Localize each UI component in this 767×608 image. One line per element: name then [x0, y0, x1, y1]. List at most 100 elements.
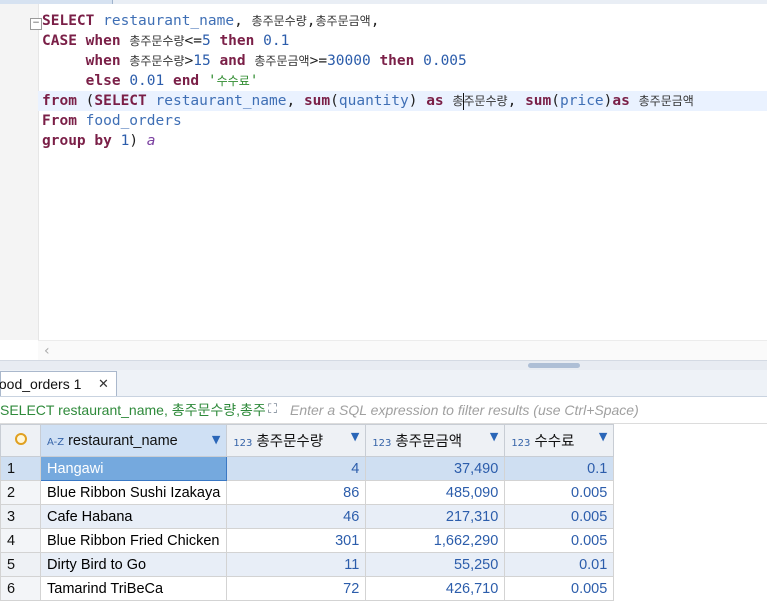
cell-fee[interactable]: 0.005: [504, 576, 615, 601]
row-number[interactable]: 1: [0, 456, 41, 481]
cell-fee[interactable]: 0.01: [504, 552, 615, 577]
code-token: 0.01: [129, 73, 165, 89]
cell-fee[interactable]: 0.1: [504, 456, 615, 481]
cell-restaurant-name[interactable]: Cafe Habana: [39, 504, 228, 529]
row-number[interactable]: 4: [0, 528, 41, 553]
cell-restaurant-name[interactable]: Dirty Bird to Go: [39, 552, 228, 577]
code-token: ,: [370, 13, 380, 29]
code-token: 총주문금액: [254, 54, 310, 68]
code-token: restaurant_name: [155, 93, 287, 109]
code-line[interactable]: from (SELECT restaurant_name, sum(quanti…: [38, 91, 767, 111]
code-token: <=: [184, 33, 202, 49]
cell-total-amount[interactable]: 37,490: [365, 456, 506, 481]
row-header-corner[interactable]: [0, 424, 41, 457]
number-type-icon: 123: [233, 438, 253, 449]
code-token: (: [76, 93, 95, 109]
row-number[interactable]: 2: [0, 480, 41, 505]
number-type-icon: 123: [511, 438, 531, 449]
table-row[interactable]: 3 Cafe Habana 46 217,310 0.005: [0, 504, 615, 529]
text-type-icon: A-Z: [47, 436, 65, 448]
cell-total-amount[interactable]: 1,662,290: [365, 528, 506, 553]
filter-input[interactable]: Enter a SQL expression to filter results…: [290, 397, 639, 423]
cell-total-quantity[interactable]: 4: [226, 456, 367, 481]
table-row[interactable]: 4 Blue Ribbon Fried Chicken 301 1,662,29…: [0, 528, 615, 553]
code-token: From: [42, 113, 77, 129]
column-header-total-quantity[interactable]: 123 총주문수량 ▼: [226, 424, 367, 457]
code-token: and: [219, 53, 246, 69]
cell-total-quantity[interactable]: 11: [226, 552, 367, 577]
results-grid: A-Z restaurant_name ▼ 123 총주문수량 ▼ 123 총주문금액 ▼ …: [0, 424, 615, 601]
row-number[interactable]: 3: [0, 504, 41, 529]
table-row[interactable]: 5 Dirty Bird to Go 11 55,250 0.01: [0, 552, 615, 577]
code-token: 총주문금액: [638, 94, 694, 108]
code-token: 총주문수량: [251, 14, 307, 28]
sort-arrow-icon[interactable]: ▼: [212, 433, 220, 446]
cell-total-quantity[interactable]: 46: [226, 504, 367, 529]
code-token: 30000: [327, 53, 371, 69]
code-token: ': [207, 73, 217, 89]
code-token: 총주문수량: [129, 34, 185, 48]
code-line[interactable]: else 0.01 end '수수료': [42, 71, 259, 91]
code-token: when: [85, 53, 121, 69]
code-token: 0.1: [263, 33, 290, 49]
table-row[interactable]: 1 Hangawi 4 37,490 0.1: [0, 456, 615, 481]
row-number[interactable]: 6: [0, 576, 41, 601]
cell-restaurant-name[interactable]: Blue Ribbon Fried Chicken: [39, 528, 228, 553]
editor-horizontal-scrollbar[interactable]: ‹: [38, 340, 767, 361]
cell-restaurant-name[interactable]: Tamarind TriBeCa: [39, 576, 228, 601]
code-token: ': [249, 73, 259, 89]
code-line[interactable]: SELECT restaurant_name, 총주문수량,총주문금액,: [42, 11, 379, 31]
cell-total-quantity[interactable]: 86: [226, 480, 367, 505]
sort-arrow-icon[interactable]: ▼: [351, 430, 359, 443]
cell-total-amount[interactable]: 426,710: [365, 576, 506, 601]
cell-total-quantity[interactable]: 72: [226, 576, 367, 601]
code-token: else: [85, 73, 121, 89]
column-label: 수수료: [534, 434, 575, 450]
code-token: SELECT: [42, 13, 95, 29]
code-line[interactable]: CASE when 총주문수량<=5 then 0.1: [42, 31, 289, 51]
code-token: sum: [303, 93, 331, 109]
code-token: 총: [452, 94, 464, 108]
cell-total-amount[interactable]: 217,310: [365, 504, 506, 529]
cell-fee[interactable]: 0.005: [504, 528, 615, 553]
code-token: ): [408, 93, 427, 109]
tab-food-orders-1[interactable]: food_orders 1 ✕: [0, 371, 117, 396]
cell-total-amount[interactable]: 55,250: [365, 552, 506, 577]
sort-arrow-icon[interactable]: ▼: [599, 430, 607, 443]
expand-filter-icon[interactable]: ⛶: [268, 397, 277, 423]
code-line[interactable]: From food_orders: [42, 111, 182, 131]
editor-gutter: −: [0, 4, 42, 340]
table-row[interactable]: 6 Tamarind TriBeCa 72 426,710 0.005: [0, 576, 615, 601]
code-line[interactable]: when 총주문수량>15 and 총주문금액>=30000 then 0.00…: [42, 51, 467, 71]
sort-arrow-icon[interactable]: ▼: [490, 430, 498, 443]
row-number[interactable]: 5: [0, 552, 41, 577]
sql-editor[interactable]: − SELECT restaurant_name, 총주문수량,총주문금액, CA…: [0, 4, 767, 340]
code-token: >: [184, 53, 194, 69]
filter-bar: SELECT restaurant_name, 총주문수량,총주문금액, ⛶ E…: [0, 397, 767, 424]
column-label: 총주문금액: [395, 434, 463, 450]
cell-total-quantity[interactable]: 301: [226, 528, 367, 553]
code-line[interactable]: group by 1) a: [42, 131, 156, 151]
code-token: restaurant_name: [103, 13, 235, 29]
scroll-left-icon[interactable]: ‹: [44, 341, 50, 361]
splitter-grip[interactable]: [528, 363, 580, 368]
column-header-restaurant-name[interactable]: A-Z restaurant_name ▼: [39, 424, 228, 457]
table-row[interactable]: 2 Blue Ribbon Sushi Izakaya 86 485,090 0…: [0, 480, 615, 505]
cell-fee[interactable]: 0.005: [504, 504, 615, 529]
cell-restaurant-name[interactable]: Blue Ribbon Sushi Izakaya: [39, 480, 228, 505]
cell-total-amount[interactable]: 485,090: [365, 480, 506, 505]
cell-fee[interactable]: 0.005: [504, 480, 615, 505]
cell-restaurant-name[interactable]: Hangawi: [39, 456, 228, 481]
fold-toggle-icon[interactable]: −: [30, 18, 42, 30]
code-token: (: [551, 93, 561, 109]
code-token: group: [42, 133, 86, 149]
close-icon[interactable]: ✕: [98, 372, 109, 396]
column-header-fee[interactable]: 123 수수료 ▼: [504, 424, 615, 457]
column-header-total-amount[interactable]: 123 총주문금액 ▼: [365, 424, 506, 457]
